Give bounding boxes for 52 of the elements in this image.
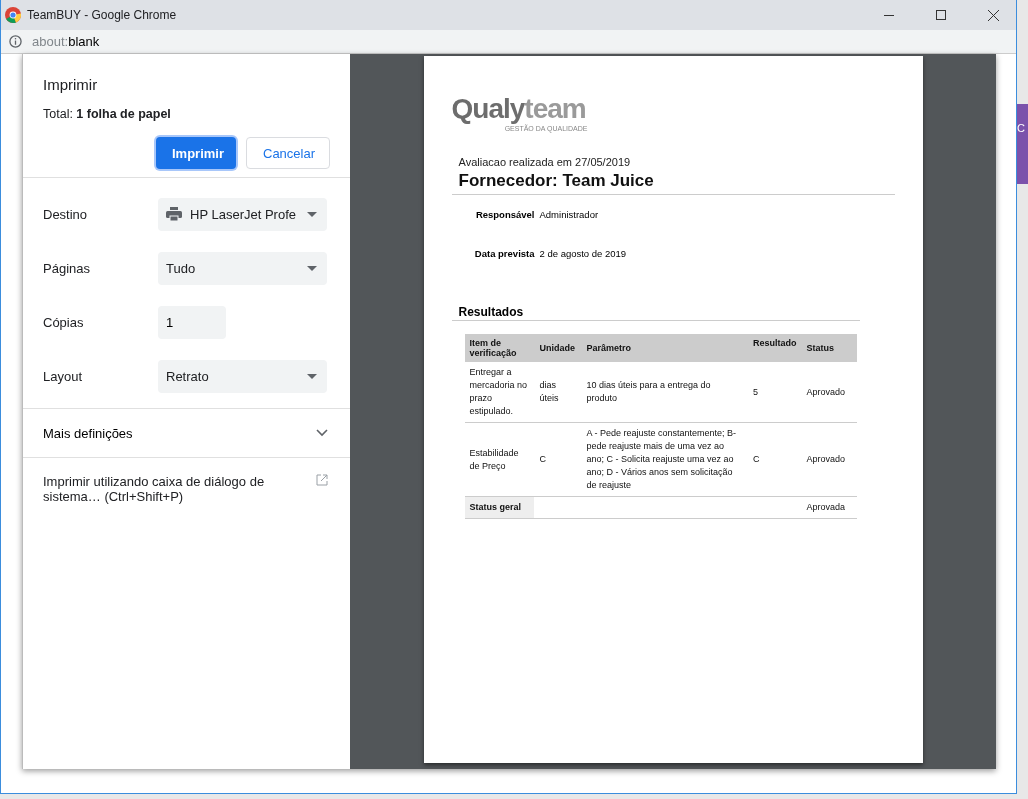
- printer-icon: [166, 207, 182, 221]
- more-settings-toggle[interactable]: Mais definições: [23, 409, 350, 457]
- column-header: Unidade: [534, 334, 582, 362]
- setting-label: Páginas: [43, 260, 91, 276]
- column-header: Parâmetro: [581, 334, 748, 362]
- close-icon: [987, 9, 999, 21]
- table-cell: A - Pede reajuste constantemente; B- pede reajuste mais de uma vez ao ano; C - Solicita reajuste uma vez ao ano; D - Vários anos sem solicitação de reajuste: [581, 422, 748, 497]
- window-title: TeamBUY - Google Chrome: [27, 8, 178, 22]
- table-cell: Aprovado: [801, 362, 857, 423]
- caret-icon: [307, 265, 317, 271]
- evaluation-date: Avaliacao realizada em 27/05/2019: [458, 156, 632, 168]
- table-cell: C: [748, 422, 802, 497]
- column-header: Resultado: [748, 334, 802, 362]
- field-value: 2 de agosto de 2019: [539, 248, 627, 259]
- caret-icon: [307, 373, 317, 379]
- setting-label: Cópias: [43, 314, 85, 330]
- field-value: Administrador: [539, 209, 599, 220]
- section-title: Resultados: [458, 305, 525, 320]
- sheet-total: Total: 1 folha de papel: [43, 107, 172, 121]
- dialog-title: Imprimir: [43, 76, 99, 93]
- supplier-heading: Fornecedor: Team Juice: [458, 171, 655, 192]
- browser-logo-icon: [5, 7, 21, 23]
- setting-dropdown[interactable]: HP LaserJet Profe: [158, 197, 327, 231]
- info-icon[interactable]: [9, 35, 22, 48]
- table-cell: dias úteis: [534, 362, 582, 423]
- table-cell: Aprovado: [801, 422, 857, 497]
- caret-icon: [307, 211, 317, 217]
- setting-label: Destino: [43, 206, 89, 222]
- column-header: Status: [801, 334, 857, 362]
- table-cell: Status geral: [464, 496, 535, 519]
- copies-field[interactable]: 1: [158, 305, 226, 339]
- system-dialog-link[interactable]: Imprimir utilizando caixa de diálogo de sistema… (Ctrl+Shift+P): [43, 474, 283, 504]
- field-label: Responsável: [474, 209, 535, 220]
- address-text[interactable]: about:blank: [32, 34, 100, 49]
- table-cell: 10 dias úteis para a entrega do produto: [581, 362, 748, 423]
- setting-dropdown[interactable]: Tudo: [158, 251, 327, 285]
- side-tab[interactable]: C: [1017, 104, 1028, 184]
- minimize-icon: [884, 14, 894, 16]
- maximize-icon: [936, 10, 946, 20]
- cancel-button[interactable]: Cancelar: [246, 137, 330, 169]
- setting-label: Layout: [43, 368, 84, 384]
- table-cell: C: [534, 422, 582, 497]
- table-cell: Entregar a mercadoria no prazo estipulado.: [464, 362, 535, 423]
- external-link-icon: [316, 474, 328, 486]
- table-cell: Estabilidade de Preço: [464, 422, 535, 497]
- chevron-down-icon: [316, 429, 328, 437]
- table-cell: 5: [748, 362, 802, 423]
- column-header: Item de verificação: [464, 334, 535, 362]
- logo-text: Qualyteam: [451, 94, 586, 124]
- print-button[interactable]: Imprimir: [156, 137, 236, 169]
- setting-dropdown[interactable]: Retrato: [158, 359, 327, 393]
- field-label: Data prevista: [473, 248, 535, 259]
